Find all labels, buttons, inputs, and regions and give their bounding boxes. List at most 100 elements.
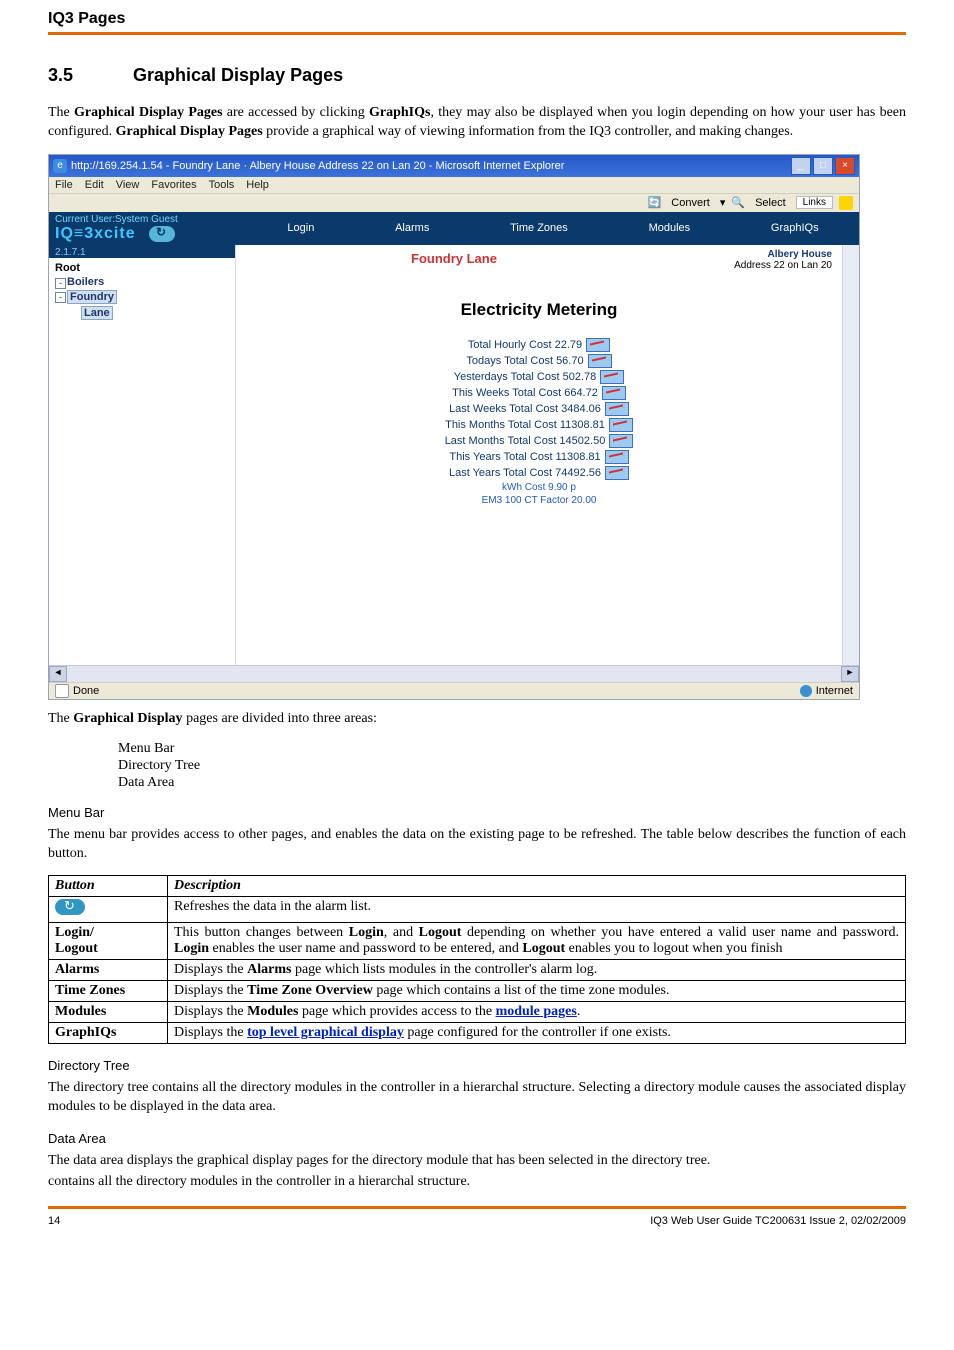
chart-icon[interactable]: [600, 370, 624, 384]
location-title: Foundry Lane: [236, 245, 672, 272]
intro-paragraph: The Graphical Display Pages are accessed…: [48, 104, 906, 142]
metric-row: Last Weeks Total Cost 3484.06: [292, 402, 786, 416]
metering-panel: Electricity Metering Total Hourly Cost 2…: [276, 290, 802, 538]
tree-lane[interactable]: Lane: [55, 306, 235, 320]
chart-icon[interactable]: [605, 402, 629, 416]
chart-icon[interactable]: [609, 418, 633, 432]
dataarea-text2: contains all the directory modules in th…: [48, 1173, 906, 1192]
menu-help[interactable]: Help: [246, 179, 269, 191]
table-row: Refreshes the data in the alarm list.: [49, 897, 906, 923]
cell-graphiqs-button: GraphIQs: [49, 1023, 168, 1044]
refresh-icon: [55, 899, 85, 915]
app-nav: Current User:System Guest IQ≡3xcite Logi…: [49, 212, 859, 245]
tree-foundry[interactable]: - Foundry: [55, 290, 235, 304]
internet-icon: [800, 685, 812, 697]
chart-icon[interactable]: [602, 386, 626, 400]
collapse-icon[interactable]: -: [55, 278, 66, 289]
chart-icon[interactable]: [588, 354, 612, 368]
ie-icon: e: [53, 159, 67, 173]
section-title: Graphical Display Pages: [133, 65, 343, 85]
tree-root[interactable]: Root: [55, 262, 235, 274]
area-item: Directory Tree: [118, 758, 906, 774]
table-header-description: Description: [168, 876, 906, 897]
done-icon: [55, 684, 69, 698]
sidebar-address: 2.1.7.1: [49, 245, 235, 258]
cell-alarms-desc: Displays the Alarms page which lists mod…: [168, 960, 906, 981]
footer-reference: IQ3 Web User Guide TC200631 Issue 2, 02/…: [88, 1215, 906, 1227]
nav-modules[interactable]: Modules: [649, 222, 691, 234]
chart-icon[interactable]: [586, 338, 610, 352]
toolbar-select[interactable]: Select: [751, 197, 790, 209]
nav-login[interactable]: Login: [287, 222, 314, 234]
dirtree-text: The directory tree contains all the dire…: [48, 1079, 906, 1117]
dirtree-heading: Directory Tree: [48, 1058, 906, 1073]
areas-intro: The Graphical Display pages are divided …: [48, 710, 906, 729]
table-row: GraphIQs Displays the top level graphica…: [49, 1023, 906, 1044]
data-area: Foundry Lane Albery House Address 22 on …: [236, 245, 842, 665]
footer-page-number: 14: [48, 1215, 88, 1227]
location-address: Albery House Address 22 on Lan 20: [672, 245, 842, 272]
table-row: Alarms Displays the Alarms page which li…: [49, 960, 906, 981]
cell-timezones-button: Time Zones: [49, 981, 168, 1002]
menu-favorites[interactable]: Favorites: [151, 179, 196, 191]
vertical-scrollbar[interactable]: [842, 245, 859, 665]
area-item: Menu Bar: [118, 741, 906, 757]
browser-screenshot: e http://169.254.1.54 - Foundry Lane · A…: [48, 154, 860, 700]
directory-tree: 2.1.7.1 Root - Boilers - Foundry Lane: [49, 245, 236, 665]
tree-boilers[interactable]: - Boilers: [55, 276, 235, 288]
app-logo: IQ≡3xcite: [55, 225, 136, 242]
metric-extra[interactable]: EM3 100 CT Factor 20.00: [292, 495, 786, 506]
metric-row: Total Hourly Cost 22.79: [292, 338, 786, 352]
browser-toolbar: 🔄Convert ▾ 🔍Select Links: [49, 193, 859, 212]
nav-alarms[interactable]: Alarms: [395, 222, 429, 234]
cell-login-button: Login/Logout: [49, 923, 168, 960]
metric-row: Yesterdays Total Cost 502.78: [292, 370, 786, 384]
cell-alarms-button: Alarms: [49, 960, 168, 981]
maximize-button[interactable]: □: [813, 157, 833, 175]
dataarea-heading: Data Area: [48, 1131, 906, 1146]
current-user-label: Current User:System Guest: [55, 214, 241, 225]
nav-timezones[interactable]: Time Zones: [510, 222, 568, 234]
metric-row: This Months Total Cost 11308.81: [292, 418, 786, 432]
window-title: http://169.254.1.54 - Foundry Lane · Alb…: [71, 160, 564, 172]
table-row: Time Zones Displays the Time Zone Overvi…: [49, 981, 906, 1002]
cell-refresh-button: [49, 897, 168, 923]
toolbar-convert[interactable]: Convert: [667, 197, 714, 209]
scroll-right-icon[interactable]: ►: [841, 666, 859, 682]
table-row: Modules Displays the Modules page which …: [49, 1002, 906, 1023]
horizontal-scrollbar[interactable]: ◄ ►: [49, 665, 859, 682]
section-heading: 3.5 Graphical Display Pages: [48, 65, 906, 86]
metric-extra[interactable]: kWh Cost 9.90 p: [292, 482, 786, 493]
close-button[interactable]: ×: [835, 157, 855, 175]
chart-icon[interactable]: [605, 450, 629, 464]
collapse-icon[interactable]: -: [55, 292, 66, 303]
cell-modules-button: Modules: [49, 1002, 168, 1023]
fav-icon[interactable]: [839, 196, 853, 210]
chart-icon[interactable]: [609, 434, 633, 448]
menu-file[interactable]: File: [55, 179, 73, 191]
menu-tools[interactable]: Tools: [209, 179, 235, 191]
cell-timezones-desc: Displays the Time Zone Overview page whi…: [168, 981, 906, 1002]
scroll-left-icon[interactable]: ◄: [49, 666, 67, 682]
menu-view[interactable]: View: [116, 179, 140, 191]
module-pages-link[interactable]: module pages: [496, 1004, 577, 1019]
menubar-heading: Menu Bar: [48, 805, 906, 820]
dataarea-text: The data area displays the graphical dis…: [48, 1152, 906, 1171]
chart-icon[interactable]: [605, 466, 629, 480]
metric-row: This Years Total Cost 11308.81: [292, 450, 786, 464]
cell-graphiqs-desc: Displays the top level graphical display…: [168, 1023, 906, 1044]
section-number: 3.5: [48, 65, 128, 86]
minimize-button[interactable]: _: [791, 157, 811, 175]
menubar-text: The menu bar provides access to other pa…: [48, 826, 906, 864]
metric-row: Last Months Total Cost 14502.50: [292, 434, 786, 448]
area-item: Data Area: [118, 775, 906, 791]
nav-graphiqs[interactable]: GraphIQs: [771, 222, 819, 234]
table-row: Login/Logout This button changes between…: [49, 923, 906, 960]
cell-refresh-desc: Refreshes the data in the alarm list.: [168, 897, 906, 923]
refresh-icon[interactable]: [149, 226, 175, 242]
status-done: Done: [73, 685, 99, 697]
menu-edit[interactable]: Edit: [85, 179, 104, 191]
top-level-display-link[interactable]: top level graphical display: [247, 1025, 404, 1040]
metric-row: This Weeks Total Cost 664.72: [292, 386, 786, 400]
toolbar-links[interactable]: Links: [796, 196, 833, 209]
